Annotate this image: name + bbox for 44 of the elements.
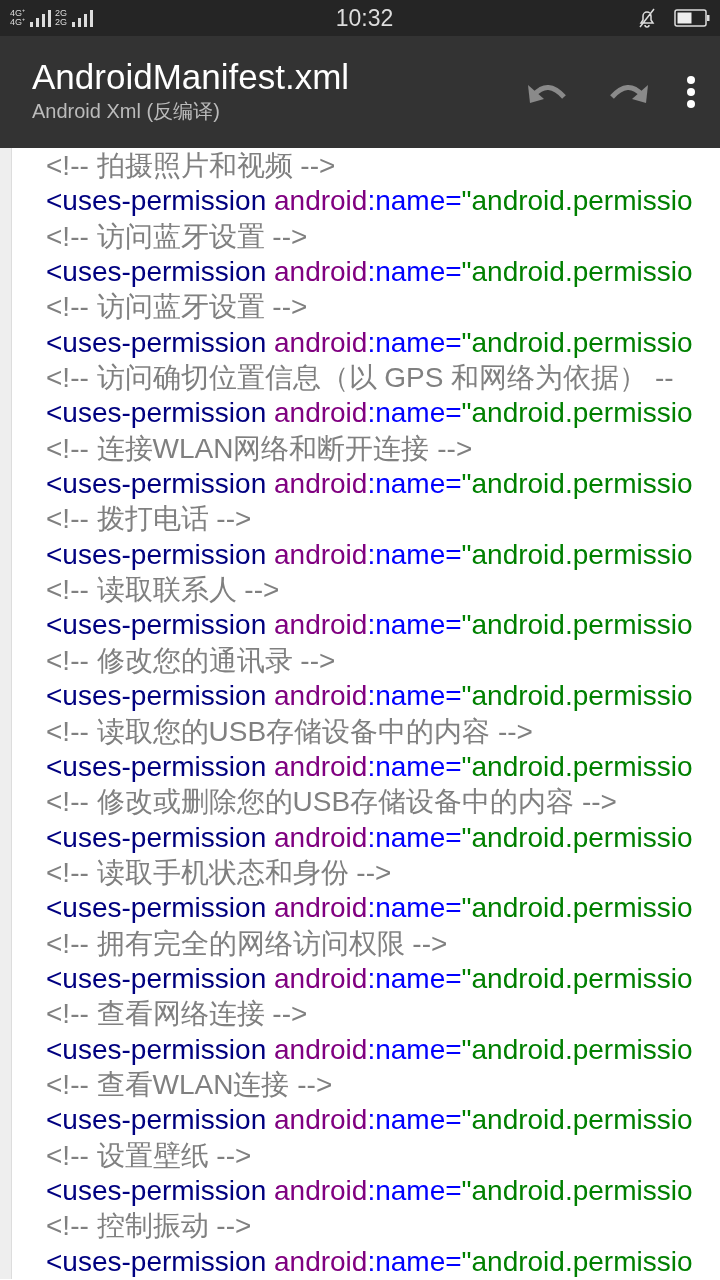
code-comment: <!-- 拥有完全的网络访问权限 -->	[46, 926, 449, 961]
code-line: <uses-permission android:name="android.permissio	[46, 255, 693, 290]
code-comment: <!-- 读取联系人 -->	[46, 573, 281, 608]
code-comment: <!-- 查看WLAN连接 -->	[46, 1067, 334, 1102]
network-label: 2G	[55, 18, 68, 27]
code-comment: <!-- 读取您的USB存储设备中的内容 -->	[46, 714, 534, 749]
code-comment: <!-- 连接WLAN网络和断开连接 -->	[46, 431, 474, 466]
code-line: <uses-permission android:name="android.permissio	[46, 184, 693, 219]
code-comment: <!-- 修改您的通讯录 -->	[46, 643, 337, 678]
code-line: <uses-permission android:name="android.permissio	[46, 467, 693, 502]
code-comment: <!-- 访问蓝牙设置 -->	[46, 290, 309, 325]
code-comment: <!-- 修改或删除您的USB存储设备中的内容 -->	[46, 785, 618, 820]
code-comment: <!-- 访问蓝牙设置 -->	[46, 219, 309, 254]
code-line: <uses-permission android:name="android.permissio	[46, 1173, 693, 1208]
code-line: <uses-permission android:name="android.permissio	[46, 1244, 693, 1279]
code-line: <uses-permission android:name="android.permissio	[46, 961, 693, 996]
code-comment: <!-- 拨打电话 -->	[46, 502, 253, 537]
code-line: <uses-permission android:name="android.permissio	[46, 1032, 693, 1067]
clock: 10:32	[335, 3, 394, 33]
code-line: <uses-permission android:name="android.permissio	[46, 749, 693, 784]
code-comment: <!-- 控制振动 -->	[46, 1209, 253, 1244]
more-vertical-icon	[686, 75, 696, 109]
code-line: <uses-permission android:name="android.permissio	[46, 891, 693, 926]
code-comment: <!-- 拍摄照片和视频 -->	[46, 149, 337, 183]
battery-icon	[674, 9, 710, 27]
code-line: <uses-permission android:name="android.permissio	[46, 820, 693, 855]
file-subtitle: Android Xml (反编译)	[32, 99, 221, 125]
code-comment: <!-- 查看网络连接 -->	[46, 997, 309, 1032]
network-label: 4G⁺	[10, 18, 25, 27]
code-comment: <!-- 设置壁纸 -->	[46, 1138, 253, 1173]
file-title: AndroidManifest.xml	[32, 57, 351, 97]
code-line: <uses-permission android:name="android.permissio	[46, 1103, 693, 1138]
code-line: <uses-permission android:name="android.permissio	[46, 396, 693, 431]
code-comment: <!-- 访问确切位置信息（以 GPS 和网络为依据） --	[46, 361, 675, 396]
signal-icon	[29, 9, 51, 27]
network-label: 2G	[55, 9, 68, 18]
mute-bell-icon	[636, 7, 658, 29]
signal-icon	[71, 9, 94, 27]
code-line: <uses-permission android:name="android.permissio	[46, 679, 693, 714]
code-line: <uses-permission android:name="android.permissio	[46, 325, 693, 360]
network-label: 4G⁺	[10, 9, 25, 18]
code-line: <uses-permission android:name="android.permissio	[46, 537, 693, 572]
code-line: <uses-permission android:name="android.permissio	[46, 608, 693, 643]
code-comment: <!-- 读取手机状态和身份 -->	[46, 855, 393, 890]
